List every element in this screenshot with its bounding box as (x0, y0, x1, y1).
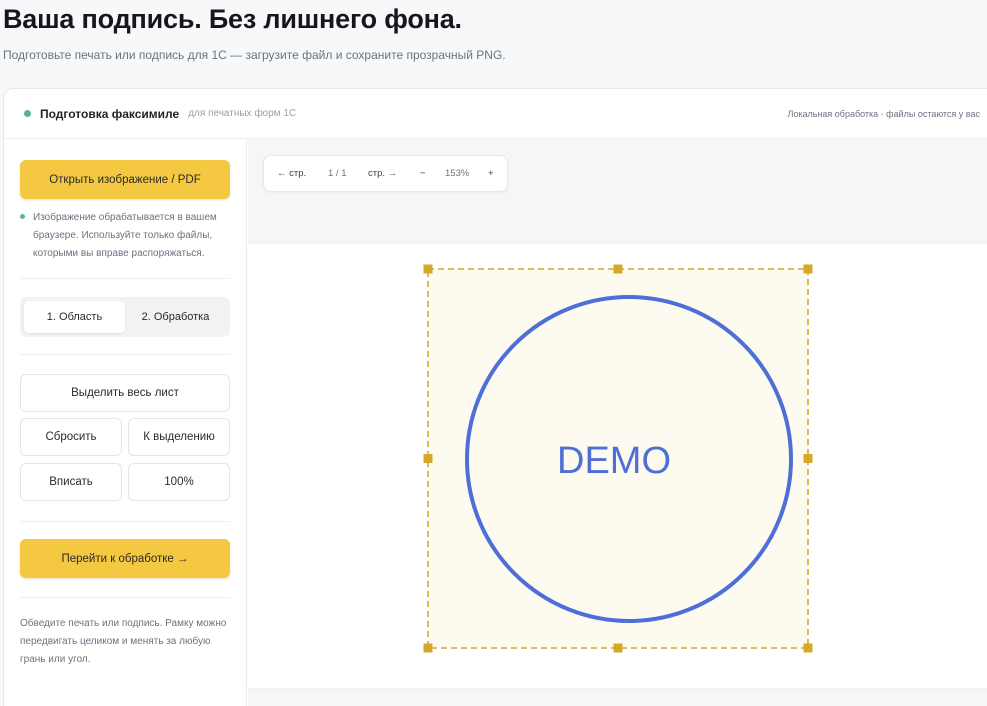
document-canvas[interactable]: DEMO (248, 244, 987, 688)
fit-button[interactable]: Вписать (20, 463, 122, 501)
header-title: Подготовка факсимиле (40, 106, 180, 121)
header-privacy-note: Локальная обработка · файлы остаются у в… (787, 109, 980, 119)
reset-button[interactable]: Сбросить (20, 418, 122, 456)
divider (20, 278, 230, 279)
page-subtitle: Подготовьте печать или подпись для 1С — … (3, 48, 506, 62)
resize-handle-ne[interactable] (803, 264, 813, 274)
note-dot-icon (20, 213, 25, 219)
page-indicator: 1 / 1 (328, 168, 347, 179)
privacy-note-text: Изображение обрабатывается в вашем брауз… (33, 212, 217, 259)
stamp-text: DEMO (557, 440, 671, 482)
resize-handle-nw[interactable] (423, 264, 433, 274)
canvas-svg: DEMO (423, 264, 813, 653)
status-dot-icon (24, 110, 31, 117)
zoom-in-button[interactable]: + (488, 168, 494, 179)
select-all-button[interactable]: Выделить весь лист (20, 374, 230, 412)
divider (20, 354, 230, 355)
privacy-note: Изображение обрабатывается в вашем брауз… (20, 209, 230, 263)
to-selection-button[interactable]: К выделению (128, 418, 230, 456)
prev-page-button[interactable]: ← стр. (277, 168, 306, 179)
zoom-out-button[interactable]: − (420, 168, 426, 179)
resize-handle-e[interactable] (803, 454, 813, 463)
app-card: Подготовка факсимиле для печатных форм 1… (3, 88, 987, 706)
resize-handle-s[interactable] (613, 643, 623, 653)
workspace: ← стр. 1 / 1 стр. → − 153% + DEMO (248, 139, 987, 706)
header-subtitle: для печатных форм 1С (188, 108, 297, 119)
go-to-processing-button[interactable]: Перейти к обработке → (20, 539, 230, 578)
page-title: Ваша подпись. Без лишнего фона. (3, 4, 462, 34)
divider (20, 521, 230, 522)
resize-handle-w[interactable] (423, 454, 433, 463)
card-header: Подготовка факсимиле для печатных форм 1… (4, 89, 987, 139)
open-image-button[interactable]: Открыть изображение / PDF (20, 160, 230, 199)
help-text: Обведите печать или подпись. Рамку можно… (20, 618, 227, 665)
resize-handle-se[interactable] (803, 643, 813, 653)
zoom-100-button[interactable]: 100% (128, 463, 230, 501)
resize-handle-n[interactable] (613, 264, 623, 274)
tab-area[interactable]: 1. Область (24, 301, 125, 333)
resize-handle-sw[interactable] (423, 643, 433, 653)
next-page-button[interactable]: стр. → (368, 168, 397, 179)
divider (20, 597, 230, 598)
mode-tabs: 1. Область 2. Обработка (20, 297, 230, 337)
zoom-level: 153% (445, 168, 470, 179)
tab-processing[interactable]: 2. Обработка (125, 301, 226, 333)
sidebar: Открыть изображение / PDF Изображение об… (4, 139, 247, 706)
page-toolbar: ← стр. 1 / 1 стр. → − 153% + (263, 155, 508, 192)
